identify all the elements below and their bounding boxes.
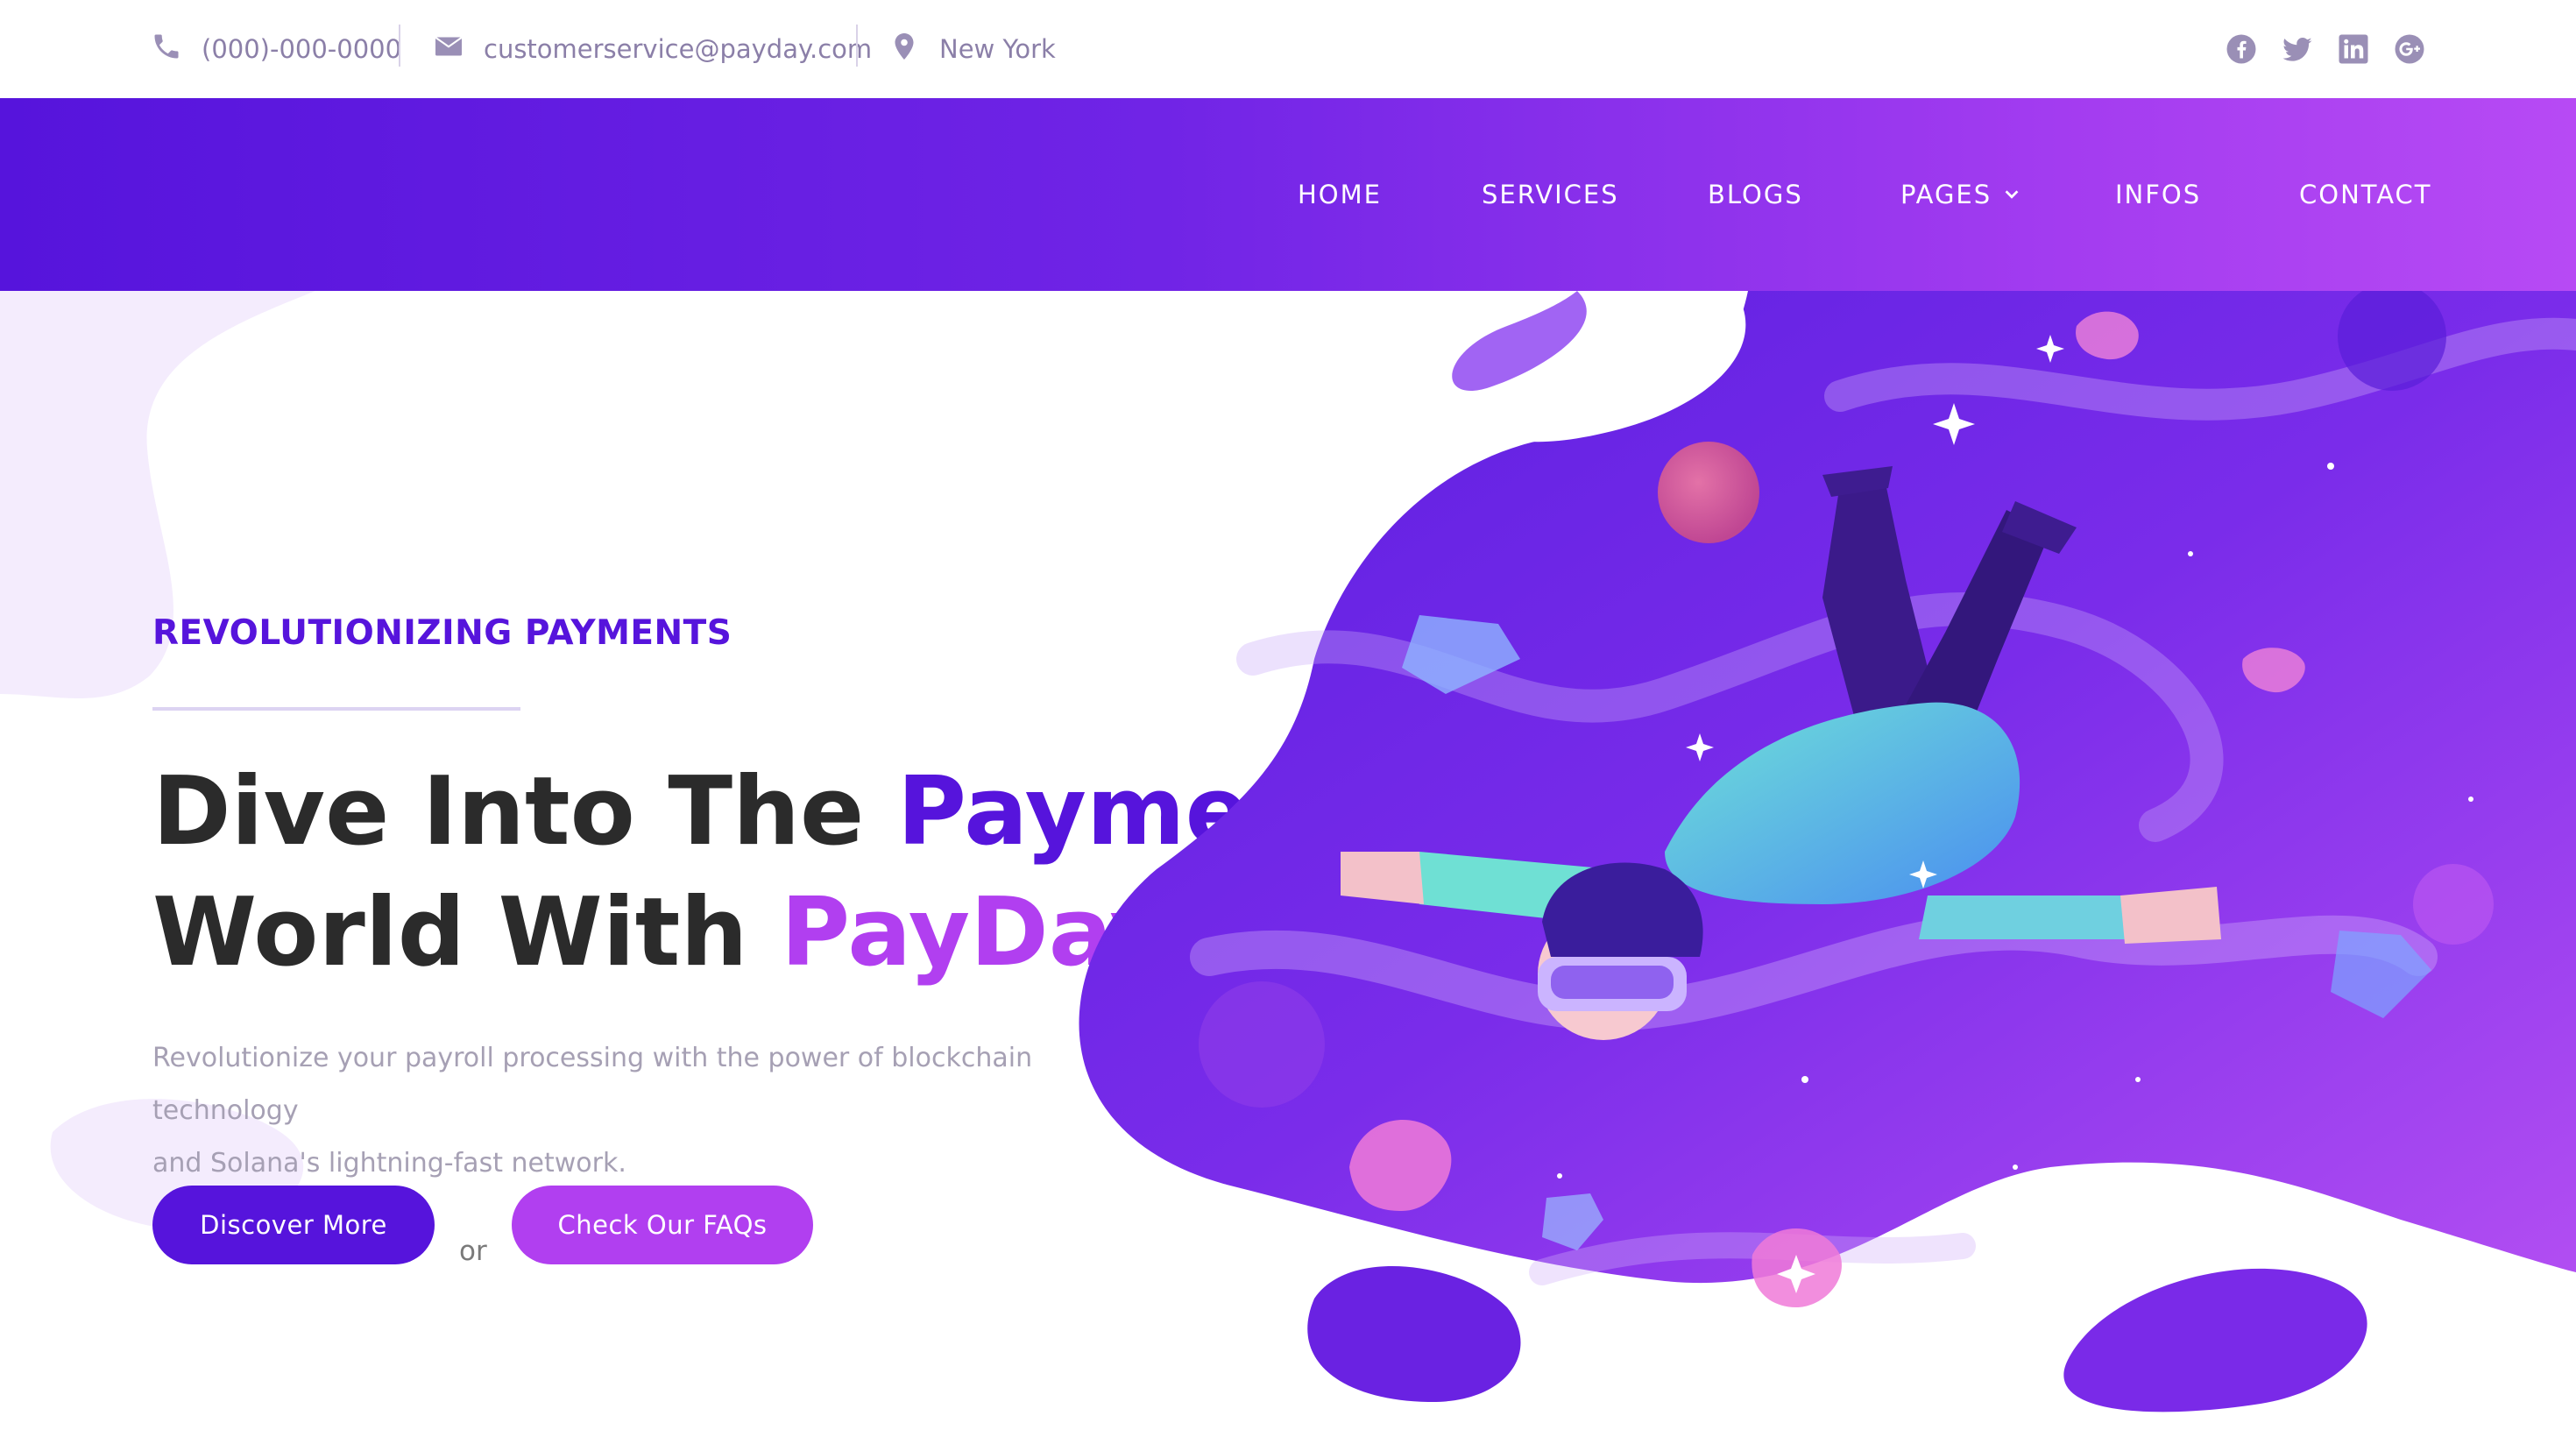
google-plus-icon[interactable] [2394, 33, 2425, 65]
discover-more-button[interactable]: Discover More [152, 1186, 435, 1264]
eyebrow-divider [152, 707, 520, 711]
email-contact[interactable]: customerservice@payday.com [433, 0, 872, 98]
facebook-icon[interactable] [2226, 33, 2257, 65]
twitter-icon[interactable] [2282, 33, 2313, 65]
email-address: customerservice@payday.com [484, 34, 873, 64]
phone-icon [151, 31, 202, 68]
nav-home[interactable]: HOME [1298, 98, 1382, 291]
hero-illustration [1079, 291, 2576, 1412]
planet-pink [1658, 442, 1759, 543]
top-contact-bar: (000)-000-0000 customerservice@payday.co… [0, 0, 2576, 98]
description-line: Revolutionize your payroll processing wi… [152, 1043, 1033, 1126]
chevron-down-icon [2005, 190, 2019, 199]
or-separator: or [459, 1235, 487, 1267]
main-navbar: HOME SERVICES BLOGS PAGES INFOS CONTACT [0, 98, 2576, 291]
phone-contact[interactable]: (000)-000-0000 [151, 0, 401, 98]
check-faqs-button[interactable]: Check Our FAQs [512, 1186, 813, 1264]
nav-infos[interactable]: INFOS [2115, 98, 2201, 291]
nav-services[interactable]: SERVICES [1482, 98, 1619, 291]
map-pin-icon [888, 31, 939, 68]
location-contact: New York [888, 0, 1056, 98]
social-links [2226, 0, 2425, 98]
hero-description: Revolutionize your payroll processing wi… [152, 1032, 1143, 1190]
contact-divider [856, 25, 858, 67]
nav-pages[interactable]: PAGES [1900, 98, 2021, 291]
hero-eyebrow: REVOLUTIONIZING PAYMENTS [152, 613, 732, 653]
linkedin-icon[interactable] [2338, 33, 2369, 65]
location-text: New York [939, 34, 1056, 64]
contact-divider [399, 25, 400, 67]
description-line: and Solana's lightning-fast network. [152, 1148, 626, 1179]
phone-number: (000)-000-0000 [202, 34, 402, 64]
headline-text: Dive Into The [152, 757, 897, 867]
nav-pages-label: PAGES [1900, 180, 1992, 209]
nav-contact[interactable]: CONTACT [2299, 98, 2432, 291]
nav-blogs[interactable]: BLOGS [1708, 98, 1803, 291]
headline-text: World With [152, 878, 781, 988]
envelope-icon [433, 31, 484, 68]
